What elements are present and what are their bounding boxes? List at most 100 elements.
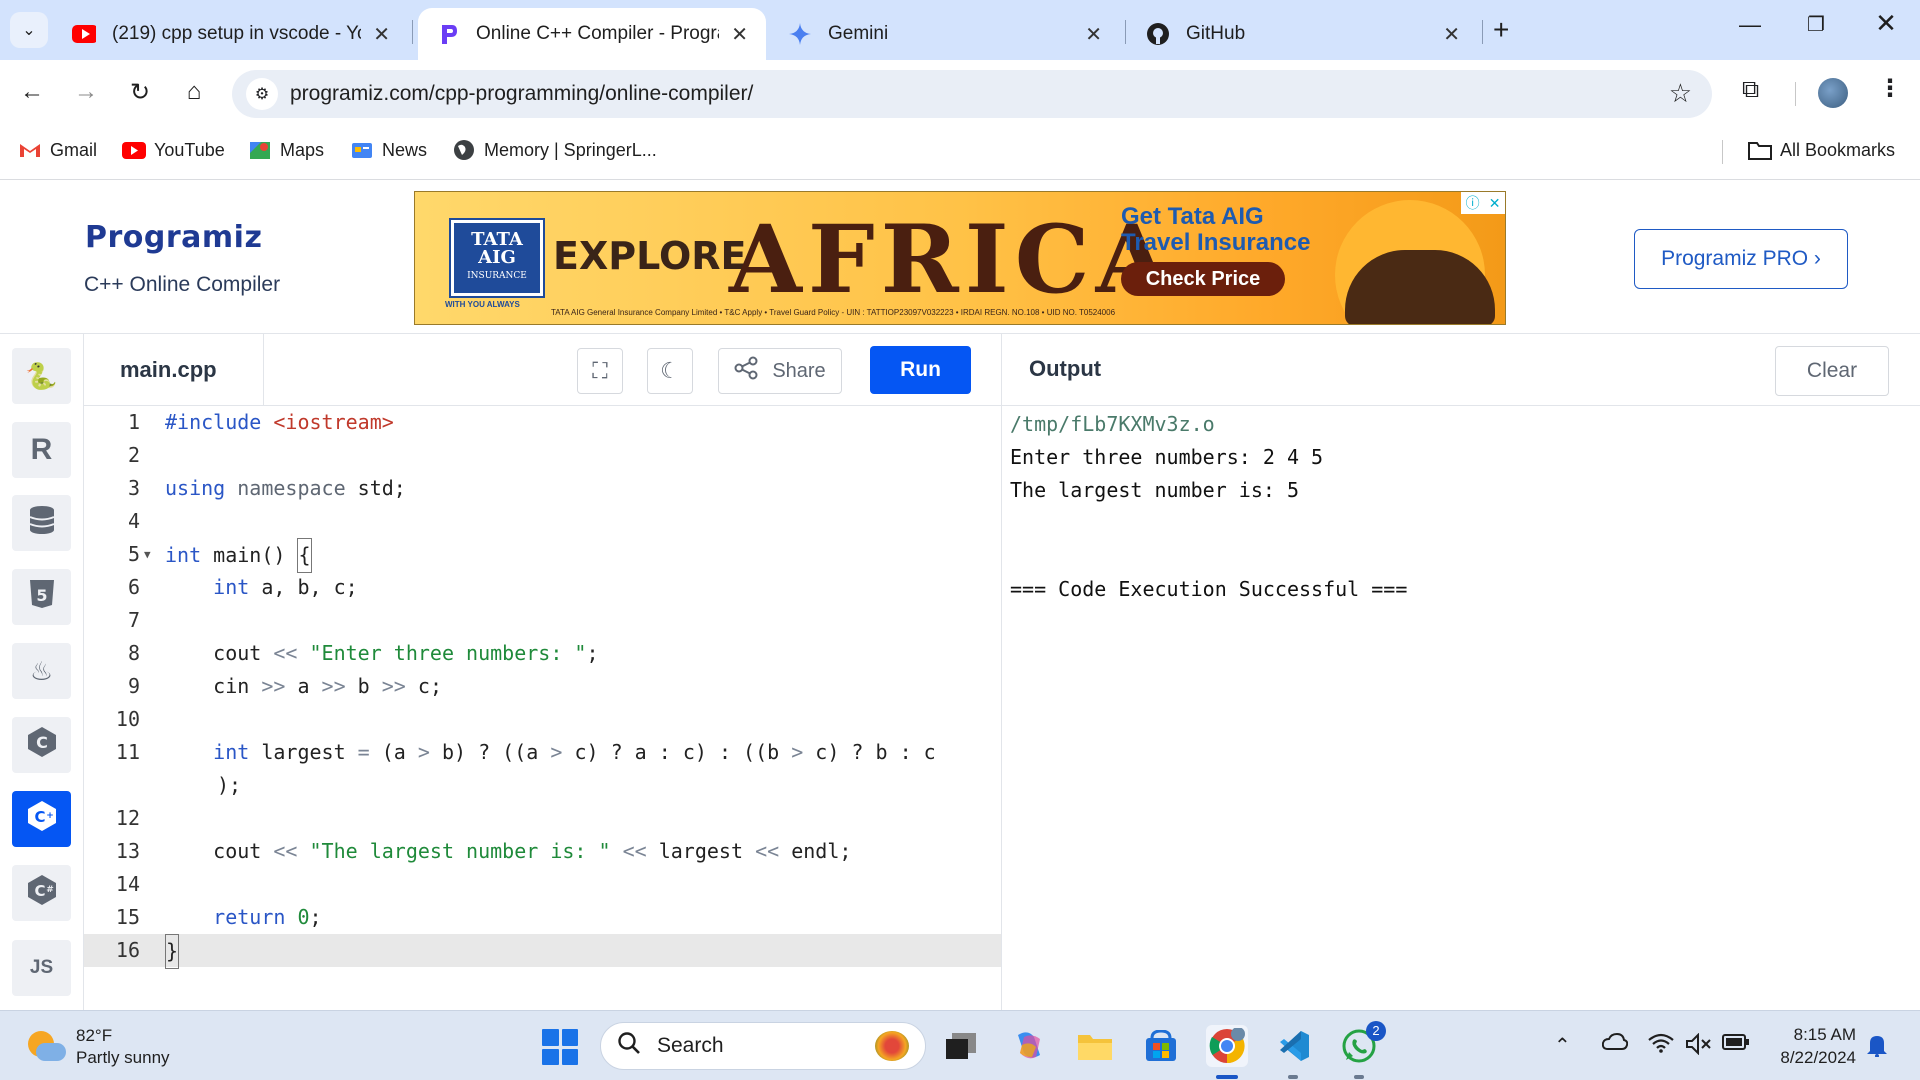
lang-js-button[interactable]: JS [12, 940, 71, 996]
close-window-button[interactable]: ✕ [1866, 8, 1906, 39]
programiz-pro-button[interactable]: Programiz PRO › [1634, 229, 1848, 289]
windows-start-button[interactable] [542, 1029, 578, 1065]
c-icon: C [27, 726, 57, 765]
lang-html-button[interactable]: 5 [12, 569, 71, 625]
cpp-icon: C + [27, 800, 57, 839]
svg-text:C: C [36, 733, 48, 752]
battery-icon[interactable] [1722, 1033, 1750, 1057]
lang-c-button[interactable]: C [12, 717, 71, 773]
vscode-icon[interactable] [1272, 1025, 1314, 1067]
arrow-right-icon: → [74, 78, 98, 105]
speaker-muted-icon[interactable] [1686, 1032, 1712, 1061]
notification-bell-icon[interactable] [1866, 1033, 1888, 1063]
new-tab-button[interactable]: + [1493, 14, 1509, 46]
profile-avatar[interactable] [1818, 78, 1848, 108]
restore-button[interactable]: ❐ [1796, 12, 1836, 37]
code-line: 9 cin >> a >> b >> c; [127, 674, 442, 698]
output-title: Output [1029, 356, 1102, 381]
bookmark-label: Gmail [50, 139, 98, 160]
weather-widget[interactable]: 82°F Partly sunny [24, 1025, 170, 1069]
show-hidden-icons-icon[interactable]: ⌃ [1554, 1033, 1571, 1058]
close-tab-icon[interactable]: ✕ [1443, 22, 1460, 47]
svg-text:5: 5 [36, 586, 47, 605]
fullscreen-button[interactable]: ⛶ [577, 348, 623, 394]
ad-banner[interactable]: TATA AIG INSURANCE WITH YOU ALWAYS EXPLO… [414, 191, 1506, 325]
menu-kebab-icon[interactable]: ⋮ [1878, 74, 1902, 103]
output-line: /tmp/fLb7KXMv3z.o [1010, 412, 1215, 436]
lang-python-button[interactable]: 🐍 [12, 348, 71, 404]
extensions-icon[interactable]: ⧉ [1742, 76, 1759, 104]
svg-text:C: C [34, 808, 45, 826]
back-button[interactable]: ← [14, 74, 50, 110]
output-line: === Code Execution Successful === [1010, 577, 1408, 601]
fold-arrow-icon[interactable]: ▼ [144, 538, 151, 571]
minimize-button[interactable]: — [1730, 12, 1770, 38]
microsoft-store-icon[interactable] [1140, 1025, 1182, 1067]
dark-mode-button[interactable]: ☾ [647, 348, 693, 394]
code-line: 11 int largest = (a > b) ? ((a > c) ? a … [115, 740, 936, 797]
file-tab-main-cpp[interactable]: main.cpp [84, 334, 264, 406]
globe-icon [452, 139, 476, 161]
lang-r-button[interactable]: R [12, 422, 71, 478]
tab-gemini[interactable]: Gemini ✕ [770, 8, 1120, 60]
run-button[interactable]: Run [870, 346, 971, 394]
wifi-icon[interactable] [1648, 1033, 1674, 1059]
moon-icon: ☾ [660, 358, 680, 383]
forward-button[interactable]: → [68, 74, 104, 110]
home-button[interactable]: ⌂ [176, 74, 212, 110]
copilot-icon[interactable] [1008, 1025, 1050, 1067]
address-bar[interactable]: ⚙ programiz.com/cpp-programming/online-c… [232, 70, 1712, 118]
tab-online-cpp-compiler[interactable]: Online C++ Compiler - Program ✕ [418, 8, 766, 60]
programiz-logo[interactable]: Programiz [85, 220, 262, 255]
bookmark-news[interactable]: News [350, 139, 427, 161]
close-tab-icon[interactable]: ✕ [373, 22, 390, 47]
reload-button[interactable]: ↻ [122, 74, 158, 110]
bookmark-star-icon[interactable]: ☆ [1669, 78, 1692, 109]
bookmark-youtube[interactable]: YouTube [122, 139, 225, 161]
svg-text:+: + [46, 811, 54, 821]
lang-cpp-button[interactable]: C + [12, 791, 71, 847]
chevron-down-icon: ⌄ [22, 22, 36, 39]
close-icon[interactable]: ✕ [1489, 195, 1501, 212]
tab-github[interactable]: GitHub ✕ [1128, 8, 1478, 60]
tab-youtube[interactable]: (219) cpp setup in vscode - You ✕ [54, 8, 408, 60]
url-text[interactable]: programiz.com/cpp-programming/online-com… [290, 82, 753, 106]
task-view-icon[interactable] [940, 1025, 982, 1067]
share-button[interactable]: Share [718, 348, 842, 394]
clear-button[interactable]: Clear [1775, 346, 1889, 396]
all-bookmarks[interactable]: All Bookmarks [1748, 139, 1895, 161]
site-info-icon[interactable]: ⚙ [246, 78, 278, 110]
file-explorer-icon[interactable] [1074, 1025, 1116, 1067]
partly-sunny-icon [24, 1027, 66, 1067]
code-line: 14 [115, 872, 140, 896]
lang-java-button[interactable]: ♨ [12, 643, 71, 699]
taskbar-search[interactable]: Search [600, 1022, 926, 1070]
bookmark-gmail[interactable]: Gmail [18, 139, 97, 161]
output-console[interactable]: /tmp/fLb7KXMv3z.o Enter three numbers: 2… [1001, 406, 1920, 1010]
output-line: The largest number is: 5 [1010, 478, 1299, 502]
bookmark-springer[interactable]: Memory | SpringerL... [452, 139, 657, 161]
whatsapp-badge: 2 [1366, 1021, 1386, 1041]
close-tab-icon[interactable]: ✕ [1085, 22, 1102, 47]
search-highlight-icon [875, 1031, 909, 1061]
tab-search-button[interactable]: ⌄ [10, 12, 48, 48]
info-icon[interactable]: ⓘ [1466, 193, 1480, 213]
ad-cta-button[interactable]: Check Price [1121, 262, 1285, 296]
close-tab-icon[interactable]: ✕ [731, 22, 748, 47]
bookmark-maps[interactable]: Maps [248, 139, 324, 161]
lang-csharp-button[interactable]: C # [12, 865, 71, 921]
code-line: 7 [127, 608, 140, 632]
taskbar-clock[interactable]: 8:15 AM 8/22/2024 [1766, 1023, 1856, 1069]
tab-title: Gemini [828, 23, 889, 44]
ad-choices[interactable]: ⓘ ✕ [1461, 192, 1505, 214]
chrome-icon[interactable] [1206, 1025, 1248, 1067]
reload-icon: ↻ [129, 78, 151, 106]
python-icon: 🐍 [25, 360, 58, 391]
expand-icon: ⛶ [592, 358, 608, 383]
code-editor[interactable]: 1 #include <iostream> 2 3 using namespace … [84, 406, 1001, 1010]
html5-icon: 5 [29, 579, 55, 616]
code-line: 2 [127, 443, 140, 467]
youtube-icon [122, 139, 146, 161]
lang-sql-button[interactable] [12, 495, 71, 551]
onedrive-cloud-icon[interactable] [1601, 1032, 1629, 1057]
